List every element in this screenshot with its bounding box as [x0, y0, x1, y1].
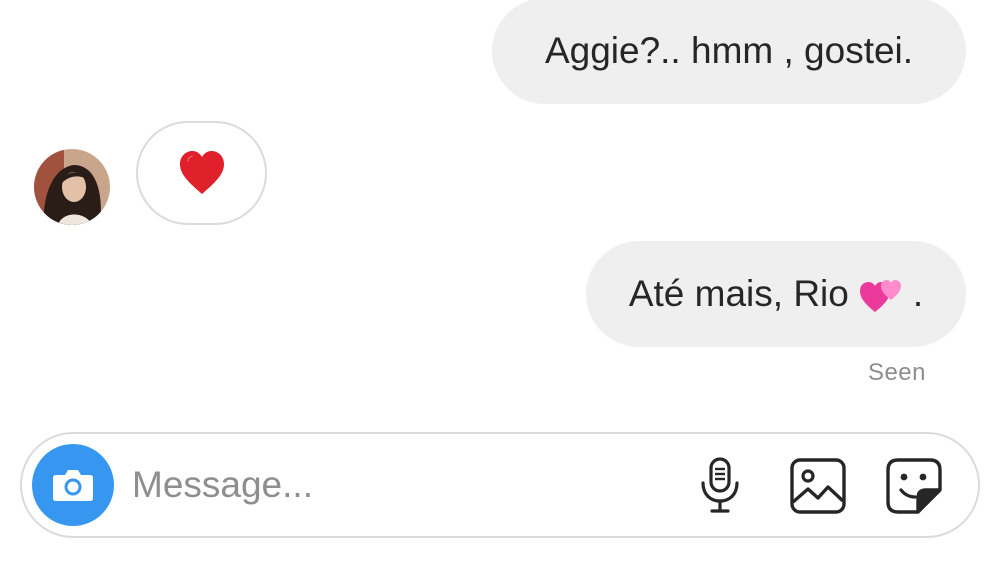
message-suffix: .	[912, 273, 924, 314]
avatar-image	[34, 149, 110, 225]
voice-message-button[interactable]	[690, 456, 750, 516]
seen-status: Seen	[867, 359, 926, 386]
two-hearts-icon	[859, 274, 905, 314]
camera-icon	[53, 470, 93, 501]
camera-button[interactable]	[32, 444, 114, 526]
message-input[interactable]	[132, 456, 672, 514]
gallery-icon	[790, 458, 846, 514]
gallery-button[interactable]	[788, 456, 848, 516]
outgoing-message-bubble[interactable]: Aggie?.. hmm , gostei.	[492, 0, 966, 104]
red-heart-icon	[179, 151, 224, 194]
avatar[interactable]	[34, 149, 110, 225]
sticker-button[interactable]	[884, 456, 944, 516]
microphone-icon	[701, 457, 739, 513]
incoming-reaction-bubble[interactable]	[136, 121, 267, 225]
outgoing-message-bubble[interactable]: Até mais, Rio .	[586, 241, 966, 347]
message-text: Até mais, Rio	[628, 273, 849, 314]
message-text: Aggie?.. hmm , gostei.	[544, 30, 914, 71]
message-composer	[20, 432, 980, 538]
sticker-icon	[886, 458, 942, 514]
